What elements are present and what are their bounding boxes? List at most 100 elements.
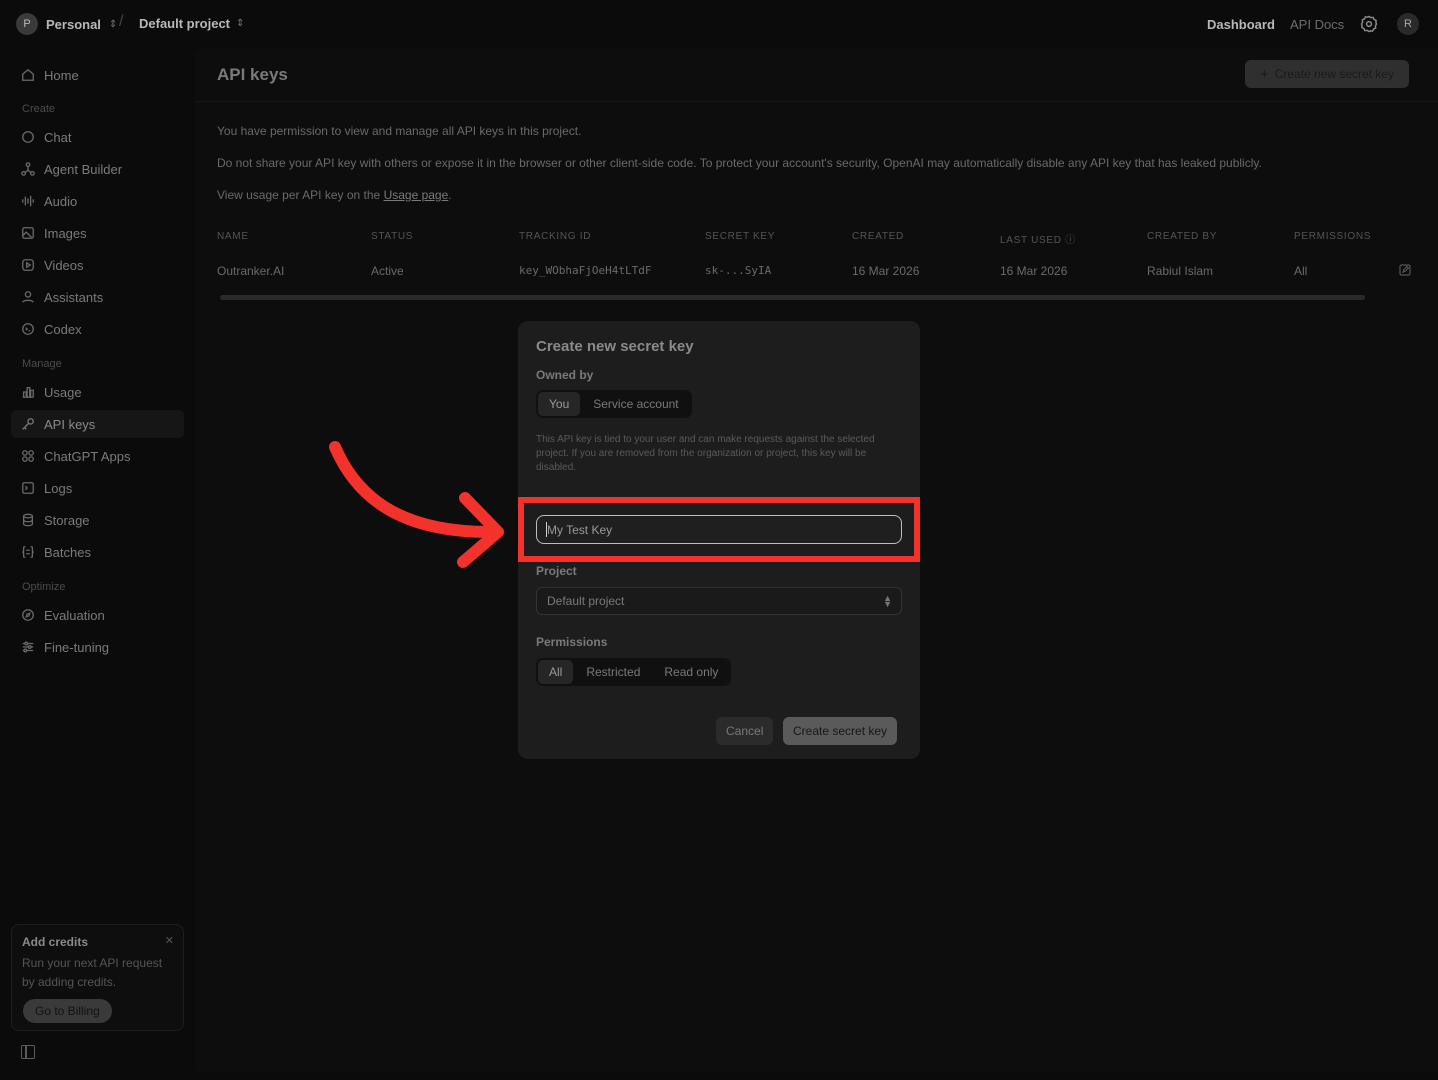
sidebar-item-home[interactable]: Home <box>11 61 184 89</box>
sidebar-item-assistants[interactable]: Assistants <box>11 283 184 311</box>
org-name: Personal <box>46 16 101 32</box>
credits-title: Add credits <box>22 935 89 949</box>
top-bar: P Personal ⇕ / Default project ⇕ Dashboa… <box>0 0 1438 48</box>
key-name-input[interactable] <box>536 515 902 544</box>
sidebar-item-label: Audio <box>44 193 78 209</box>
cell-created-by: Rabiul Islam <box>1147 264 1214 278</box>
project-select[interactable]: Default project ▲ ▼ <box>536 587 902 615</box>
org-switcher[interactable]: P Personal ⇕ <box>16 13 117 35</box>
column-header-name: NAME <box>217 231 249 242</box>
go-to-billing-button[interactable]: Go to Billing <box>23 999 112 1023</box>
permissions-label: Permissions <box>536 635 608 649</box>
cancel-button[interactable]: Cancel <box>716 717 774 745</box>
nav-api-docs-link[interactable]: API Docs <box>1290 17 1344 32</box>
sidebar-item-label: Home <box>44 67 79 83</box>
sidebar-item-fine-tuning[interactable]: Fine-tuning <box>11 633 184 661</box>
sidebar-item-agent-builder[interactable]: Agent Builder <box>11 155 184 183</box>
sidebar-item-images[interactable]: Images <box>11 219 184 247</box>
sidebar-item-label: Videos <box>44 257 84 273</box>
breadcrumb-separator: / <box>119 13 124 30</box>
divider <box>195 101 1438 102</box>
plus-icon: + <box>1259 65 1269 83</box>
project-select-value: Default project <box>547 594 625 608</box>
info-icon[interactable]: ⓘ <box>1065 235 1076 246</box>
nav-dashboard-link[interactable]: Dashboard <box>1207 17 1275 32</box>
sidebar-item-api-keys[interactable]: API keys <box>11 410 184 438</box>
logs-terminal-icon <box>22 482 34 494</box>
sidebar-item-logs[interactable]: Logs <box>11 474 184 502</box>
usage-page-link[interactable]: Usage page <box>384 188 449 202</box>
cell-created: 16 Mar 2026 <box>852 264 920 278</box>
sidebar-item-usage[interactable]: Usage <box>11 378 184 406</box>
project-label: Project <box>536 564 577 578</box>
sidebar-item-label: Images <box>44 225 87 241</box>
owned-by-service-account-option[interactable]: Service account <box>582 392 689 416</box>
cell-status: Active <box>371 264 404 278</box>
sidebar-item-chatgpt-apps[interactable]: ChatGPT Apps <box>11 442 184 470</box>
create-new-secret-key-button[interactable]: + Create new secret key <box>1245 60 1409 88</box>
warning-text: Do not share your API key with others or… <box>217 156 1262 170</box>
cell-tracking-id: key_WObhaFjOeH4tLTdF <box>519 264 652 277</box>
add-credits-card: Add credits ✕ Run your next API request … <box>11 924 184 1031</box>
chevron-updown-icon: ▲ ▼ <box>883 593 892 609</box>
sidebar-toggle-icon[interactable] <box>21 1045 35 1059</box>
sliders-icon <box>22 641 34 653</box>
apps-grid-icon <box>22 450 34 462</box>
column-header-permissions: PERMISSIONS <box>1294 231 1372 242</box>
column-header-tracking-id: TRACKING ID <box>519 231 592 242</box>
sidebar-item-videos[interactable]: Videos <box>11 251 184 279</box>
batches-braces-icon <box>21 546 35 558</box>
sidebar-item-label: Assistants <box>44 289 104 305</box>
sidebar-item-label: Batches <box>44 544 91 560</box>
permission-read-only-option[interactable]: Read only <box>653 660 729 684</box>
sidebar-item-label: Chat <box>44 129 72 145</box>
credits-text: Run your next API request by adding cred… <box>22 956 163 989</box>
sidebar-item-label: Evaluation <box>44 607 105 623</box>
edit-icon[interactable] <box>1399 264 1411 276</box>
text-caret <box>546 522 547 537</box>
permission-restricted-option[interactable]: Restricted <box>575 660 651 684</box>
sidebar-item-chat[interactable]: Chat <box>11 123 184 151</box>
owned-by-toggle: You Service account <box>536 390 692 418</box>
permission-text: You have permission to view and manage a… <box>217 124 582 138</box>
column-header-last-used-label: LAST USED <box>1000 235 1062 246</box>
column-header-last-used: LAST USED ⓘ <box>1000 231 1076 246</box>
sidebar-item-storage[interactable]: Storage <box>11 506 184 534</box>
usage-text: View usage per API key on the Usage page… <box>217 188 452 202</box>
audio-waveform-icon <box>22 195 34 207</box>
permission-all-option[interactable]: All <box>538 660 574 684</box>
sidebar-item-codex[interactable]: Codex <box>11 315 184 343</box>
image-icon <box>22 227 34 239</box>
project-name: Default project <box>139 16 231 31</box>
bar-chart-icon <box>22 386 34 398</box>
agent-nodes-icon <box>21 162 35 176</box>
permissions-toggle: All Restricted Read only <box>536 658 732 686</box>
sidebar-item-label: Storage <box>44 512 90 528</box>
create-secret-key-button[interactable]: Create secret key <box>783 717 898 745</box>
settings-gear-icon[interactable] <box>1360 15 1378 33</box>
dialog-title: Create new secret key <box>536 338 694 355</box>
horizontal-scrollbar[interactable] <box>220 295 1365 300</box>
sidebar-item-evaluation[interactable]: Evaluation <box>11 601 184 629</box>
sidebar-item-batches[interactable]: Batches <box>11 538 184 566</box>
user-avatar[interactable]: R <box>1397 13 1419 35</box>
chat-bubble-icon <box>22 131 34 143</box>
sidebar-item-audio[interactable]: Audio <box>11 187 184 215</box>
cell-permissions: All <box>1294 264 1308 278</box>
column-header-status: STATUS <box>371 231 414 242</box>
sidebar-item-label: Codex <box>44 321 82 337</box>
section-label-optimize: Optimize <box>22 581 66 593</box>
cell-name: Outranker.AI <box>217 264 285 278</box>
usage-text-suffix: . <box>448 188 452 202</box>
project-switcher[interactable]: Default project ⇕ <box>139 16 244 31</box>
assistant-user-icon <box>22 291 34 303</box>
owned-by-you-option[interactable]: You <box>538 392 581 416</box>
org-avatar: P <box>16 13 38 35</box>
column-header-created-by: CREATED BY <box>1147 231 1218 242</box>
cell-secret-key: sk-...SyIA <box>705 264 772 277</box>
close-icon[interactable]: ✕ <box>165 934 174 947</box>
name-field-highlight <box>518 497 920 562</box>
chevron-updown-icon: ⇕ <box>236 18 245 29</box>
sidebar-item-label: Agent Builder <box>44 161 123 177</box>
chevron-updown-icon: ⇕ <box>108 18 118 30</box>
